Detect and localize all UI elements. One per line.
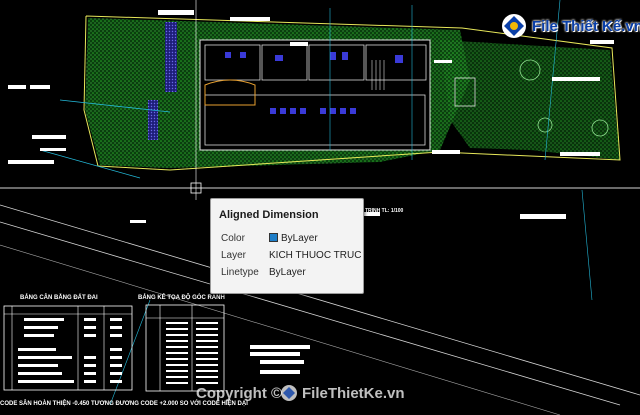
parking-strip [148,100,158,140]
tooltip-title: Aligned Dimension [219,209,319,221]
tooltip-value: ByLayer [269,267,306,278]
parking-strip [165,22,177,92]
copyright-prefix: Copyright © [196,385,283,402]
tooltip-key: Layer [221,250,247,261]
watermark-top-text: File Thiết Kế.vn [532,18,640,35]
land-balance-title: BẢNG CÂN BẰNG ĐẤT ĐAI [20,293,98,301]
copyright-site: FileThietKe.vn [302,385,405,402]
site-lawn-east [440,40,620,160]
tooltip-key: Linetype [221,267,259,278]
filethietke-logo-icon [502,14,526,38]
coordinate-table-title: BẢNG KÊ TỌA ĐỘ GÓC RANH [138,293,225,301]
dim-line [109,299,151,406]
color-swatch-icon [269,233,278,242]
land-balance-table: BẢNG CÂN BẰNG ĐẤT ĐAI [3,293,133,391]
tooltip-value: KICH THUOC TRUC [269,250,362,261]
coordinate-table: BẢNG KÊ TỌA ĐỘ GÓC RANH [138,293,225,392]
tooltip-value: ByLayer [269,232,318,246]
tooltip-row-color: Color ByLayer [221,232,361,246]
dim-line [581,189,593,301]
tooltip-value-text: ByLayer [281,233,318,244]
watermark-logo-top: File Thiết Kế.vn [498,8,640,44]
quick-properties-tooltip: Aligned Dimension Color ByLayer Layer KI… [210,198,364,294]
tooltip-key: Color [221,233,245,244]
scale-note: TRINH TL: 1/100 [365,208,404,214]
filethietke-logo-icon [281,385,297,401]
watermark-copyright: Copyright © FileThietKe.vn [196,383,436,405]
tooltip-row-layer: Layer KICH THUOC TRUC [221,249,361,263]
tooltip-row-linetype: Linetype ByLayer [221,266,361,280]
